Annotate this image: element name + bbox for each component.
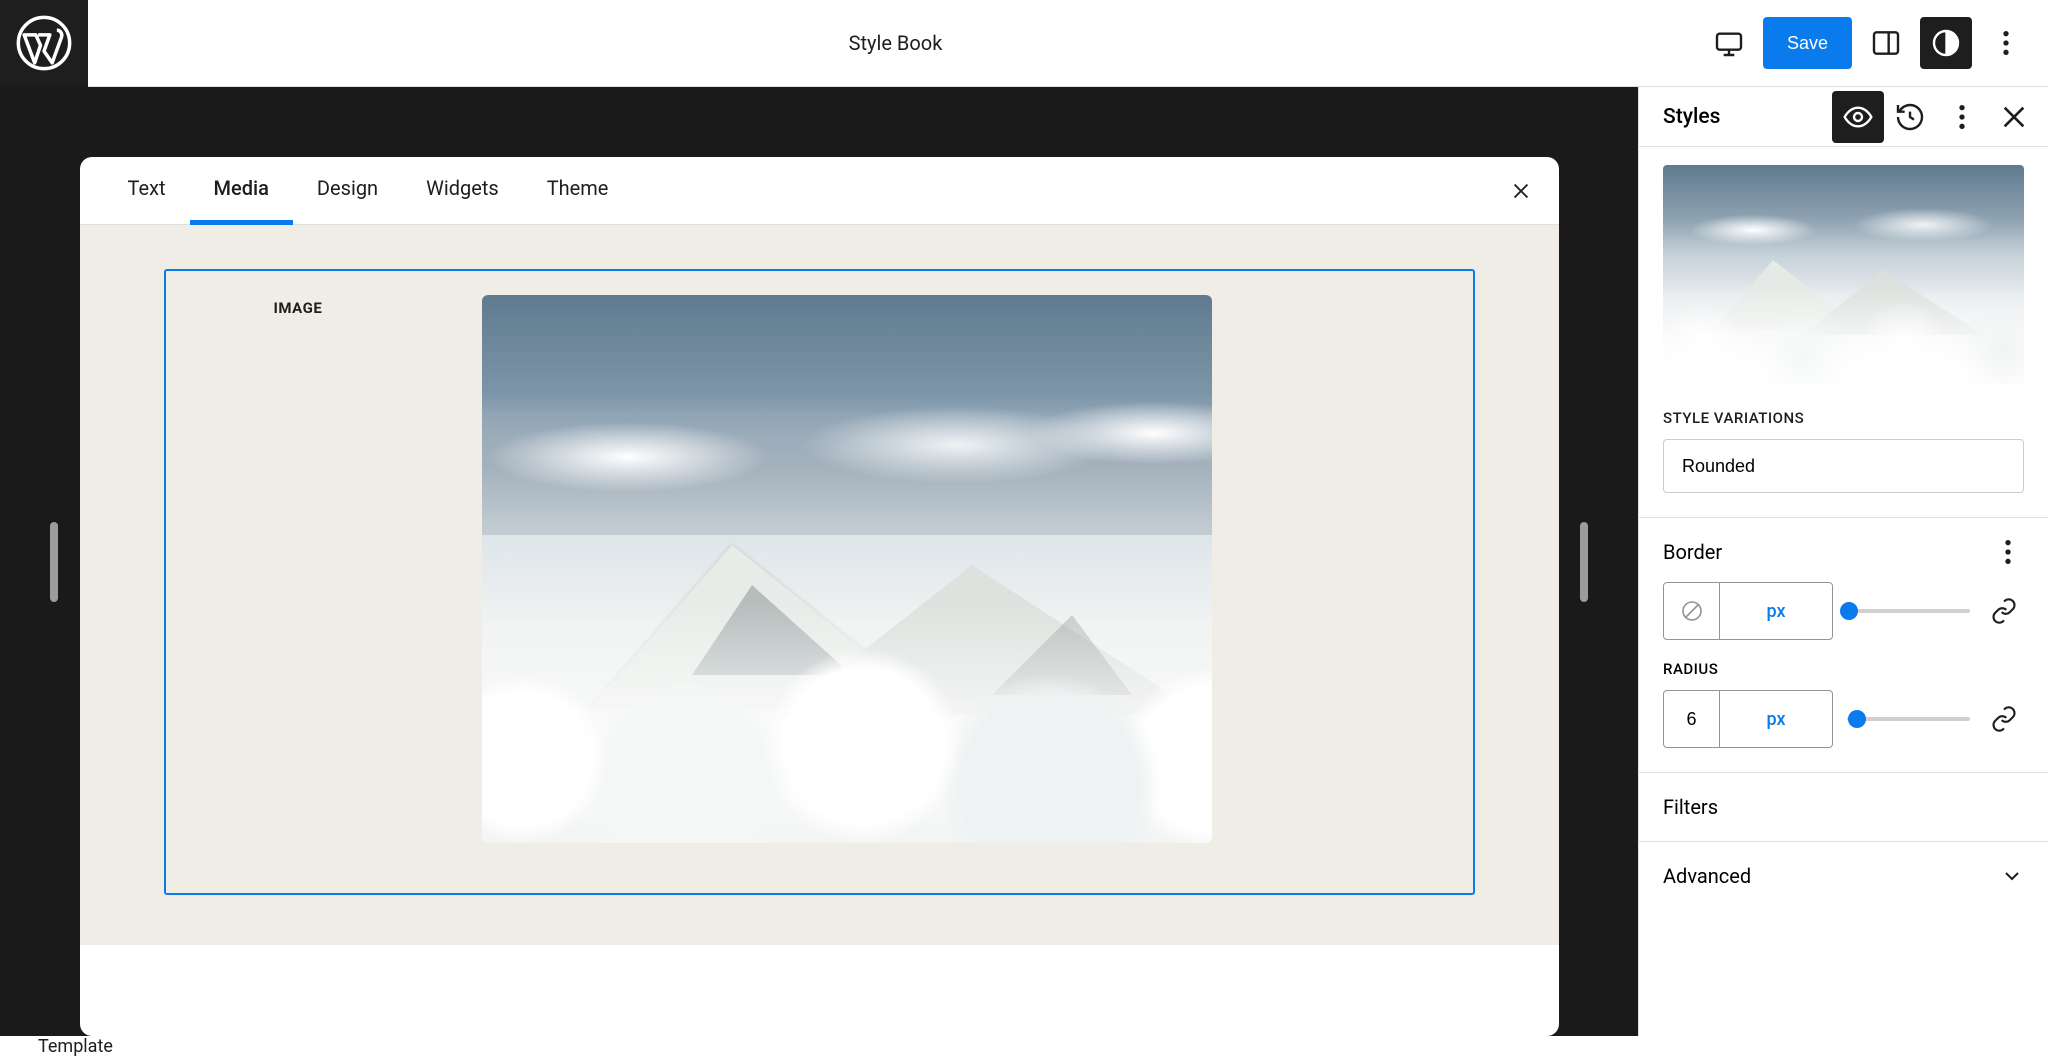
advanced-section[interactable]: Advanced xyxy=(1639,841,2048,910)
image-block-card[interactable]: IMAGE xyxy=(164,269,1475,895)
close-icon[interactable] xyxy=(1503,173,1539,209)
tab-widgets[interactable]: Widgets xyxy=(402,157,523,225)
resize-handle-right[interactable] xyxy=(1580,522,1588,602)
tab-text[interactable]: Text xyxy=(104,157,190,225)
border-width-input[interactable]: px xyxy=(1663,582,1833,640)
radius-input[interactable]: px xyxy=(1663,690,1833,748)
style-book-toggle-icon[interactable] xyxy=(1832,91,1884,143)
style-book-canvas: Text Media Design Widgets Theme IMAGE xyxy=(80,157,1559,1036)
link-sides-icon[interactable] xyxy=(1984,591,2024,631)
radius-value[interactable] xyxy=(1664,709,1719,730)
tab-design[interactable]: Design xyxy=(293,157,402,225)
footer-breadcrumb[interactable]: Template xyxy=(0,1036,2048,1056)
filters-section[interactable]: Filters xyxy=(1639,772,2048,841)
sidebar-toggle-icon[interactable] xyxy=(1860,17,1912,69)
radius-label: RADIUS xyxy=(1663,660,2024,678)
revisions-icon[interactable] xyxy=(1884,91,1936,143)
resize-handle-left[interactable] xyxy=(50,522,58,602)
image-preview xyxy=(482,295,1212,843)
styles-sidebar: Styles STYLE VARIATIONS Rounded Border xyxy=(1638,87,2048,1036)
sidebar-title: Styles xyxy=(1663,105,1832,129)
save-button[interactable]: Save xyxy=(1763,17,1852,69)
variation-rounded[interactable]: Rounded xyxy=(1663,439,2024,493)
styles-icon[interactable] xyxy=(1920,17,1972,69)
block-label: IMAGE xyxy=(190,295,422,843)
tab-media[interactable]: Media xyxy=(190,157,293,225)
radius-slider[interactable] xyxy=(1847,717,1970,721)
options-icon[interactable] xyxy=(1980,17,2032,69)
border-options-icon[interactable] xyxy=(1992,536,2024,568)
link-corners-icon[interactable] xyxy=(1984,699,2024,739)
view-icon[interactable] xyxy=(1703,17,1755,69)
sidebar-preview-image xyxy=(1663,165,2024,385)
tab-theme[interactable]: Theme xyxy=(523,157,633,225)
chevron-down-icon xyxy=(2000,864,2024,888)
more-icon[interactable] xyxy=(1936,91,1988,143)
close-sidebar-icon[interactable] xyxy=(1988,91,2040,143)
wordpress-logo[interactable] xyxy=(0,0,88,87)
border-label: Border xyxy=(1663,540,1722,564)
border-width-slider[interactable] xyxy=(1847,609,1970,613)
page-title: Style Book xyxy=(88,31,1703,55)
variations-label: STYLE VARIATIONS xyxy=(1663,409,2024,427)
